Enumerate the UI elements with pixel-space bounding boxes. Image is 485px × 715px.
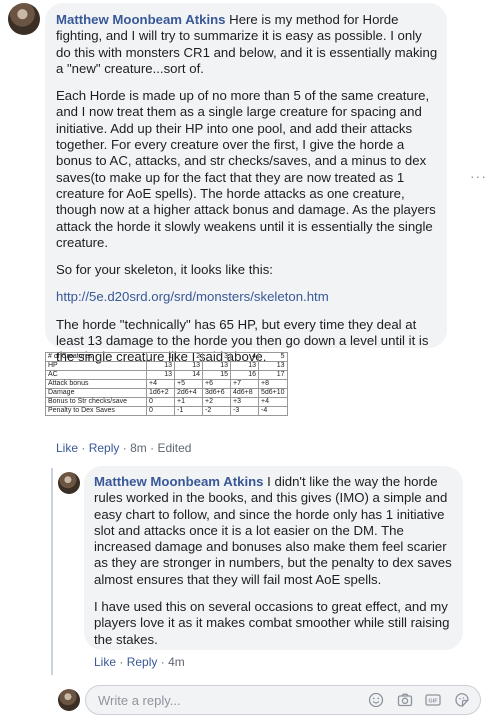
table-cell: +2 bbox=[202, 397, 231, 407]
more-options-icon[interactable]: ··· bbox=[470, 168, 485, 184]
table-cell: +4 bbox=[146, 379, 175, 389]
reply-composer[interactable]: Write a reply... GIF bbox=[85, 685, 481, 715]
table-row-label: # of Creatures bbox=[45, 352, 147, 362]
table-cell: 5 bbox=[258, 352, 288, 362]
table-cell: -3 bbox=[230, 406, 259, 416]
table-cell: 1d6+2 bbox=[146, 388, 175, 398]
table-cell: +5 bbox=[174, 379, 203, 389]
table-row: Attack bonus +4 +5 +6 +7 +8 bbox=[45, 379, 288, 389]
separator: · bbox=[81, 441, 89, 455]
table-cell: 13 bbox=[146, 361, 175, 371]
comment-author[interactable]: Matthew Moonbeam Atkins bbox=[56, 12, 226, 27]
table-cell: +3 bbox=[230, 397, 259, 407]
table-row: Damage 1d6+2 2d6+4 3d6+6 4d6+8 5d6+10 bbox=[45, 388, 288, 398]
table-cell: +7 bbox=[230, 379, 259, 389]
sticker-icon[interactable] bbox=[454, 692, 470, 708]
table-cell: -4 bbox=[258, 406, 288, 416]
table-cell: 2 bbox=[174, 352, 203, 362]
table-cell: 13 bbox=[202, 361, 231, 371]
thread-line bbox=[51, 468, 53, 675]
comment-timestamp[interactable]: 8m bbox=[130, 441, 147, 455]
reply-timestamp[interactable]: 4m bbox=[168, 655, 185, 669]
table-cell: -1 bbox=[174, 406, 203, 416]
table-row: Bonus to Str checks/save 0 +1 +2 +3 +4 bbox=[45, 397, 288, 407]
table-cell: 1 bbox=[146, 352, 175, 362]
comment-bubble: Matthew Moonbeam Atkins Here is my metho… bbox=[45, 3, 447, 364]
comment-paragraph: Each Horde is made up of no more than 5 … bbox=[56, 88, 436, 250]
avatar[interactable] bbox=[8, 3, 40, 35]
comment-link-paragraph: http://5e.d20srd.org/srd/monsters/skelet… bbox=[56, 289, 438, 305]
skeleton-link[interactable]: http://5e.d20srd.org/srd/monsters/skelet… bbox=[56, 289, 329, 304]
avatar[interactable] bbox=[58, 472, 80, 494]
table-cell: 13 bbox=[146, 370, 175, 380]
edited-label[interactable]: Edited bbox=[157, 441, 191, 455]
table-row: HP 13 13 13 13 13 bbox=[45, 361, 288, 371]
table-cell: -2 bbox=[202, 406, 231, 416]
reply-button[interactable]: Reply bbox=[127, 655, 158, 669]
table-cell: 17 bbox=[258, 370, 288, 380]
table-cell: 4d6+8 bbox=[230, 388, 259, 398]
horde-table: # of Creatures 1 2 3 4 5 HP 13 13 13 13 13 AC 13 14 15 1… bbox=[45, 352, 288, 416]
table-row: # of Creatures 1 2 3 4 5 bbox=[45, 352, 288, 362]
comment-paragraph: So for your skeleton, it looks like this… bbox=[56, 262, 273, 278]
table-cell: +1 bbox=[174, 397, 203, 407]
table-row-label: Penalty to Dex Saves bbox=[45, 406, 147, 416]
reply-paragraph: I have used this on several occasions to… bbox=[94, 599, 450, 647]
emoji-icon[interactable] bbox=[368, 692, 384, 708]
table-row-label: Damage bbox=[45, 388, 147, 398]
table-cell: 13 bbox=[230, 361, 259, 371]
table-cell: 0 bbox=[146, 397, 175, 407]
table-cell: 13 bbox=[174, 361, 203, 371]
reply-author[interactable]: Matthew Moonbeam Atkins bbox=[94, 474, 264, 489]
separator: · bbox=[122, 441, 131, 455]
separator: · bbox=[119, 655, 127, 669]
comment-paragraph: Matthew Moonbeam Atkins Here is my metho… bbox=[56, 12, 438, 77]
separator: · bbox=[160, 655, 169, 669]
table-row-label: AC bbox=[45, 370, 147, 380]
svg-text:GIF: GIF bbox=[428, 699, 438, 705]
reply-paragraph: Matthew Moonbeam Atkins I didn't like th… bbox=[94, 474, 453, 588]
table-cell: 0 bbox=[146, 406, 175, 416]
table-cell: 3d6+6 bbox=[202, 388, 231, 398]
table-cell: 4 bbox=[230, 352, 259, 362]
table-cell: 5d6+10 bbox=[258, 388, 288, 398]
table-cell: +6 bbox=[202, 379, 231, 389]
table-row: Penalty to Dex Saves 0 -1 -2 -3 -4 bbox=[45, 406, 288, 416]
table-cell: 14 bbox=[174, 370, 203, 380]
reply-actions: Like · Reply · 4m bbox=[94, 655, 185, 669]
table-row: AC 13 14 15 16 17 bbox=[45, 370, 288, 380]
table-cell: 16 bbox=[230, 370, 259, 380]
table-cell: +8 bbox=[258, 379, 288, 389]
like-button[interactable]: Like bbox=[56, 441, 78, 455]
table-row-label: HP bbox=[45, 361, 147, 371]
table-row-label: Bonus to Str checks/save bbox=[45, 397, 147, 407]
table-row-label: Attack bonus bbox=[45, 379, 147, 389]
table-cell: 15 bbox=[202, 370, 231, 380]
table-cell: 13 bbox=[258, 361, 288, 371]
reply-bubble: Matthew Moonbeam Atkins I didn't like th… bbox=[84, 466, 463, 650]
reply-input[interactable]: Write a reply... bbox=[98, 693, 181, 708]
like-button[interactable]: Like bbox=[94, 655, 116, 669]
avatar[interactable] bbox=[58, 689, 80, 711]
gif-icon[interactable]: GIF bbox=[425, 692, 441, 708]
table-cell: 3 bbox=[202, 352, 231, 362]
comment-actions: Like · Reply · 8m · Edited bbox=[56, 441, 191, 455]
camera-icon[interactable] bbox=[397, 692, 413, 708]
reply-text: I didn't like the way the horde rules wo… bbox=[94, 474, 452, 587]
table-cell: +4 bbox=[258, 397, 288, 407]
reply-button[interactable]: Reply bbox=[89, 441, 120, 455]
table-cell: 2d6+4 bbox=[174, 388, 203, 398]
